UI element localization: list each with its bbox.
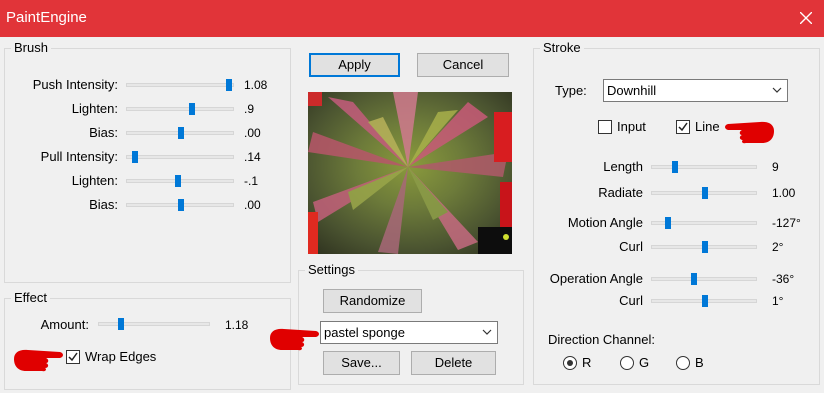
stroke-slider[interactable] (651, 187, 757, 199)
brush-slider-value: .00 (244, 126, 261, 140)
stroke-slider-value: 1° (772, 294, 784, 308)
type-label: Type: (555, 83, 587, 98)
channel-radio-label[interactable]: B (695, 355, 704, 371)
stroke-slider-label: Length (603, 159, 643, 174)
brush-slider[interactable] (126, 199, 234, 211)
stroke-slider[interactable] (651, 273, 757, 285)
brush-slider-label: Lighten: (71, 173, 118, 188)
stroke-slider-thumb[interactable] (702, 295, 708, 307)
stroke-slider-thumb[interactable] (664, 217, 671, 229)
stroke-group-title: Stroke (540, 40, 584, 56)
channel-radio-label[interactable]: R (582, 355, 591, 371)
stroke-slider-label: Curl (619, 239, 643, 254)
stroke-slider-thumb[interactable] (702, 241, 708, 253)
wrap-edges-checkbox[interactable] (66, 350, 80, 364)
apply-button[interactable]: Apply (309, 53, 400, 77)
effect-group: Effect (4, 290, 291, 390)
brush-slider[interactable] (126, 127, 234, 139)
type-value: Downhill (607, 83, 657, 98)
preview-painting (308, 92, 512, 254)
save-button[interactable]: Save... (323, 351, 400, 375)
preset-dropdown[interactable]: pastel sponge (320, 321, 498, 344)
stroke-slider[interactable] (651, 217, 757, 229)
stroke-slider-thumb[interactable] (702, 187, 708, 199)
delete-button[interactable]: Delete (411, 351, 496, 375)
amount-label: Amount: (40, 317, 89, 332)
brush-slider-value: .14 (244, 150, 261, 164)
effect-group-title: Effect (11, 290, 51, 306)
close-icon (800, 12, 812, 24)
brush-slider-label: Lighten: (71, 101, 118, 116)
input-checkbox[interactable] (598, 120, 612, 134)
stroke-slider-value: 1.00 (772, 186, 796, 200)
chevron-down-icon (482, 329, 492, 335)
brush-slider-label: Push Intensity: (32, 77, 118, 92)
stroke-slider-value: -127° (772, 216, 801, 230)
stroke-slider[interactable] (651, 161, 757, 173)
window-title: PaintEngine (6, 9, 87, 26)
stroke-slider-label: Operation Angle (549, 271, 643, 286)
stroke-slider-value: -36° (772, 272, 795, 286)
brush-slider-value: 1.08 (244, 78, 268, 92)
pointing-hand-icon (270, 328, 319, 351)
preset-value: pastel sponge (324, 325, 405, 340)
brush-slider[interactable] (126, 103, 234, 115)
channel-radio-b[interactable] (676, 356, 690, 370)
brush-slider-thumb[interactable] (174, 175, 181, 187)
stroke-slider-label: Radiate (598, 185, 643, 200)
channel-radio-r[interactable] (563, 356, 577, 370)
brush-slider[interactable] (126, 151, 234, 163)
brush-slider-label: Bias: (89, 197, 118, 212)
brush-slider[interactable] (126, 175, 234, 187)
brush-slider-thumb[interactable] (131, 151, 138, 163)
brush-slider-value: .9 (244, 102, 255, 116)
direction-channel-label: Direction Channel: (548, 332, 655, 347)
brush-slider-thumb[interactable] (225, 79, 232, 91)
stroke-slider-label: Curl (619, 293, 643, 308)
amount-slider[interactable] (98, 318, 210, 330)
pointing-hand-icon (14, 349, 63, 372)
channel-radio-label[interactable]: G (639, 355, 649, 371)
line-label[interactable]: Line (695, 119, 720, 135)
brush-slider-value: .00 (244, 198, 261, 212)
stroke-slider[interactable] (651, 241, 757, 253)
line-checkbox[interactable] (676, 120, 690, 134)
amount-slider-thumb[interactable] (118, 318, 125, 330)
brush-group-title: Brush (11, 40, 51, 56)
pointing-hand-icon (725, 121, 774, 144)
brush-slider-label: Bias: (89, 125, 118, 140)
close-button[interactable] (788, 0, 824, 37)
checkmark-icon (68, 352, 78, 362)
amount-value: 1.18 (225, 318, 249, 332)
stroke-slider-value: 2° (772, 240, 784, 254)
type-dropdown[interactable]: Downhill (603, 79, 788, 102)
title-bar: PaintEngine (0, 0, 824, 37)
stroke-slider[interactable] (651, 295, 757, 307)
stroke-slider-value: 9 (772, 160, 779, 174)
radio-dot (567, 360, 573, 366)
input-label[interactable]: Input (617, 119, 646, 135)
stroke-slider-label: Motion Angle (567, 215, 643, 230)
preview-image (308, 92, 512, 254)
brush-slider-thumb[interactable] (188, 103, 195, 115)
brush-slider-label: Pull Intensity: (40, 149, 118, 164)
randomize-button[interactable]: Randomize (323, 289, 422, 313)
checkmark-icon (678, 122, 688, 132)
brush-slider-value: -.1 (244, 174, 259, 188)
brush-slider-thumb[interactable] (178, 127, 184, 139)
chevron-down-icon (772, 87, 782, 93)
cancel-button[interactable]: Cancel (417, 53, 509, 77)
stroke-slider-thumb[interactable] (691, 273, 698, 285)
brush-slider[interactable] (126, 79, 234, 91)
brush-slider-thumb[interactable] (178, 199, 184, 211)
stroke-slider-thumb[interactable] (672, 161, 679, 173)
settings-group-title: Settings (305, 262, 358, 278)
channel-radio-g[interactable] (620, 356, 634, 370)
wrap-edges-label[interactable]: Wrap Edges (85, 349, 156, 365)
